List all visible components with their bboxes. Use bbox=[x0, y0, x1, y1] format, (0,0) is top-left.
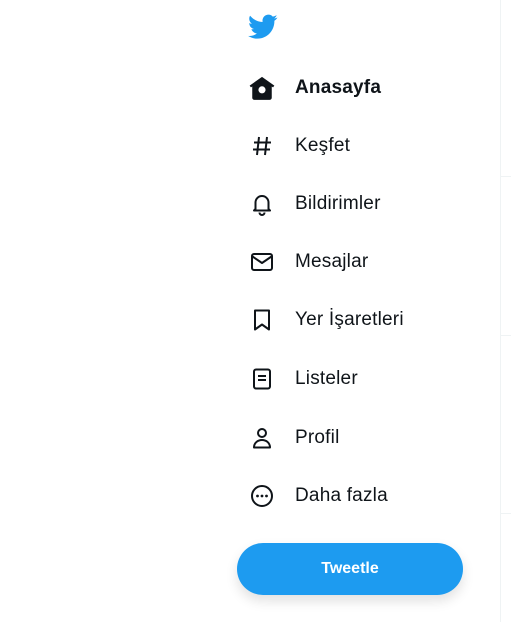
twitter-bird-icon bbox=[248, 14, 278, 40]
nav-item-explore[interactable]: Keşfet bbox=[240, 124, 480, 168]
nav-item-messages[interactable]: Mesajlar bbox=[240, 240, 480, 284]
nav-label: Bildirimler bbox=[295, 193, 381, 214]
nav-label: Listeler bbox=[295, 368, 358, 389]
envelope-icon bbox=[240, 240, 284, 284]
twitter-logo[interactable] bbox=[246, 10, 280, 44]
hashtag-icon bbox=[240, 124, 284, 168]
nav-item-notifications[interactable]: Bildirimler bbox=[240, 182, 480, 226]
person-icon bbox=[240, 416, 284, 460]
nav-label: Mesajlar bbox=[295, 251, 369, 272]
nav-label: Profil bbox=[295, 427, 340, 448]
row-divider bbox=[501, 513, 511, 514]
more-circle-icon bbox=[240, 474, 284, 518]
nav-item-bookmarks[interactable]: Yer İşaretleri bbox=[240, 298, 480, 342]
page: Anasayfa Keşfet Bildirimler Mesajlar Yer… bbox=[0, 0, 511, 622]
nav-label: Keşfet bbox=[295, 135, 351, 156]
nav-item-more[interactable]: Daha fazla bbox=[240, 474, 480, 518]
nav-item-profile[interactable]: Profil bbox=[240, 416, 480, 460]
row-divider bbox=[501, 335, 511, 336]
nav-item-home[interactable]: Anasayfa bbox=[240, 66, 480, 110]
nav-label: Yer İşaretleri bbox=[295, 309, 404, 330]
nav-item-lists[interactable]: Listeler bbox=[240, 357, 480, 401]
nav-label: Anasayfa bbox=[295, 77, 382, 98]
bell-icon bbox=[240, 182, 284, 226]
row-divider bbox=[501, 176, 511, 177]
bookmark-icon bbox=[240, 298, 284, 342]
home-icon bbox=[240, 66, 284, 110]
list-icon bbox=[240, 357, 284, 401]
tweet-button[interactable]: Tweetle bbox=[237, 543, 463, 595]
nav-label: Daha fazla bbox=[295, 485, 388, 506]
column-divider bbox=[500, 0, 501, 622]
